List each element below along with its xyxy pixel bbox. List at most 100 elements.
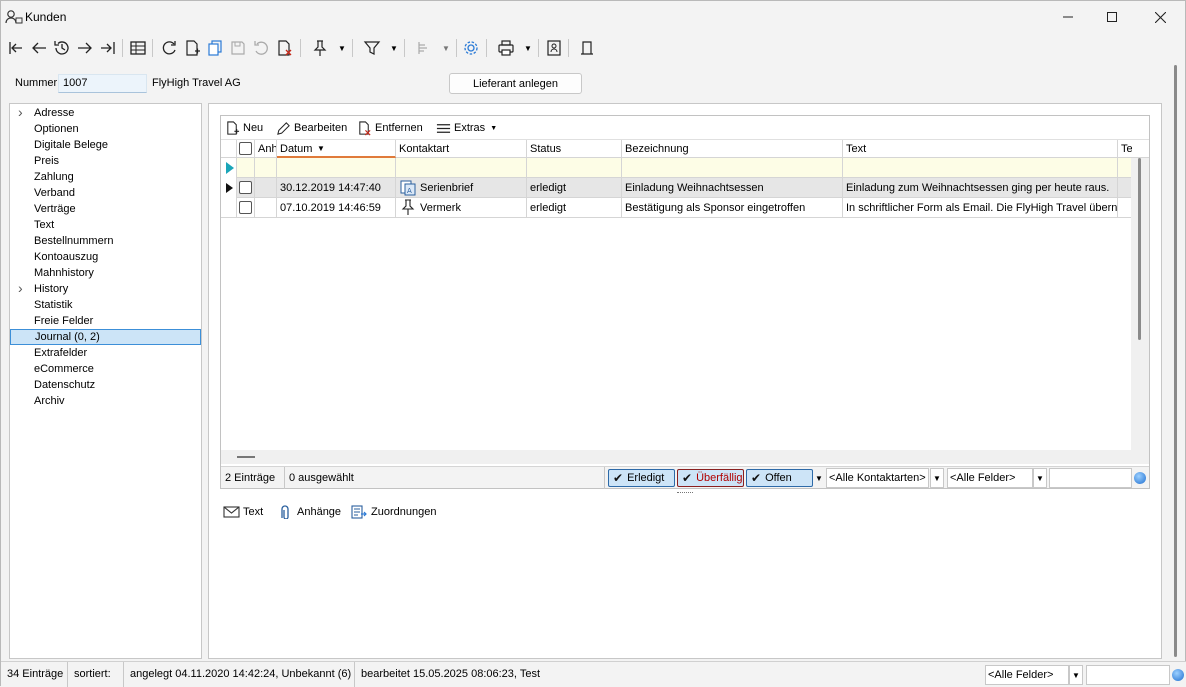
tree-item[interactable]: Kontoauszug — [10, 249, 201, 265]
attachments-column-header[interactable]: Anh. — [255, 140, 277, 158]
contact-types-select[interactable]: <Alle Kontaktarten> — [826, 468, 929, 488]
tree-item[interactable]: Text — [10, 217, 201, 233]
attachments-tab[interactable]: Anhänge — [277, 504, 341, 520]
designation-cell[interactable]: Bestätigung als Sponsor eingetroffen — [622, 198, 843, 218]
chevron-right-icon[interactable]: › — [18, 281, 23, 295]
tree-item[interactable]: Verband — [10, 185, 201, 201]
tree-item[interactable]: Journal (0, 2) — [10, 329, 201, 345]
bookmark-button[interactable] — [576, 37, 598, 59]
print-dropdown[interactable]: ▼ — [523, 37, 533, 59]
next-record-button[interactable] — [74, 37, 96, 59]
designation-cell[interactable] — [622, 158, 843, 178]
extras-menu-button[interactable]: Extras ▼ — [436, 120, 497, 136]
contact-type-cell[interactable]: A Serienbrief — [396, 178, 527, 198]
splitter-grip[interactable] — [677, 492, 693, 494]
assignments-tab[interactable]: Zuordnungen — [351, 504, 436, 520]
grid-vertical-scrollbar[interactable] — [1131, 158, 1149, 464]
print-button[interactable] — [495, 37, 517, 59]
contact-card-button[interactable] — [543, 37, 565, 59]
fields-select[interactable]: <Alle Felder> — [947, 468, 1033, 488]
text-column-header[interactable]: Text — [843, 140, 1118, 158]
new-entry-button[interactable]: Neu — [225, 120, 263, 136]
table-view-button[interactable] — [127, 37, 149, 59]
tree-item[interactable]: Archiv — [10, 393, 201, 409]
pin-dropdown[interactable]: ▼ — [337, 37, 347, 59]
minimize-button[interactable] — [1045, 1, 1091, 33]
globe-search-icon[interactable] — [1172, 669, 1184, 681]
text-cell[interactable] — [843, 158, 1118, 178]
save-button[interactable] — [227, 37, 249, 59]
status-column-header[interactable]: Status — [527, 140, 622, 158]
contact-types-dropdown[interactable]: ▼ — [930, 468, 944, 488]
status-cell[interactable]: erledigt — [527, 178, 622, 198]
remove-entry-button[interactable]: Entfernen — [357, 120, 423, 136]
scrollbar-thumb[interactable] — [1174, 65, 1177, 657]
contact-type-cell[interactable]: Vermerk — [396, 198, 527, 218]
previous-record-button[interactable] — [28, 37, 50, 59]
status-fields-select[interactable]: <Alle Felder> — [985, 665, 1069, 685]
chevron-right-icon[interactable]: › — [18, 105, 23, 119]
tree-item[interactable]: Extrafelder — [10, 345, 201, 361]
close-button[interactable] — [1137, 1, 1183, 33]
tree-item[interactable]: Verträge — [10, 201, 201, 217]
status-search-input[interactable] — [1086, 665, 1170, 685]
grid-search-input[interactable] — [1049, 468, 1132, 488]
undo-button[interactable] — [250, 37, 272, 59]
sort-dropdown[interactable]: ▼ — [441, 37, 451, 59]
contact-type-column-header[interactable]: Kontaktart — [396, 140, 527, 158]
text-cell[interactable]: In schriftlicher Form als Email. Die Fly… — [843, 198, 1118, 218]
tree-item[interactable]: Mahnhistory — [10, 265, 201, 281]
text-tab[interactable]: Text — [223, 504, 263, 520]
tree-item[interactable]: Bestellnummern — [10, 233, 201, 249]
filter-button[interactable] — [361, 37, 383, 59]
filter-more-dropdown[interactable]: ▼ — [814, 468, 824, 488]
filter-dropdown[interactable]: ▼ — [389, 37, 399, 59]
settings-button[interactable] — [460, 37, 482, 59]
fields-dropdown[interactable]: ▼ — [1033, 468, 1047, 488]
maximize-button[interactable] — [1089, 1, 1135, 33]
table-row[interactable]: 07.10.2019 14:46:59 Vermerk erledigt Bes… — [221, 198, 1132, 218]
row-checkbox[interactable] — [239, 181, 252, 194]
contact-type-cell[interactable] — [396, 158, 527, 178]
copy-button[interactable] — [204, 37, 226, 59]
sort-button[interactable] — [413, 37, 435, 59]
scrollbar-thumb[interactable] — [237, 456, 255, 458]
select-all-checkbox[interactable] — [239, 142, 252, 155]
date-cell[interactable] — [277, 158, 396, 178]
designation-cell[interactable]: Einladung Weihnachtsessen — [622, 178, 843, 198]
pin-button[interactable] — [309, 37, 331, 59]
tree-item[interactable]: Freie Felder — [10, 313, 201, 329]
page-vertical-scrollbar[interactable] — [1167, 63, 1185, 659]
number-field[interactable]: 1007 — [58, 74, 147, 93]
status-fields-dropdown[interactable]: ▼ — [1069, 665, 1083, 685]
refresh-button[interactable] — [158, 37, 180, 59]
date-cell[interactable]: 30.12.2019 14:47:40 — [277, 178, 396, 198]
text-cell[interactable]: Einladung zum Weihnachtsessen ging per h… — [843, 178, 1118, 198]
create-supplier-button[interactable]: Lieferant anlegen — [449, 73, 582, 94]
date-cell[interactable]: 07.10.2019 14:46:59 — [277, 198, 396, 218]
tree-item[interactable]: eCommerce — [10, 361, 201, 377]
globe-search-icon[interactable] — [1134, 472, 1146, 484]
new-row[interactable] — [221, 158, 1132, 178]
tree-item[interactable]: Statistik — [10, 297, 201, 313]
table-row[interactable]: 30.12.2019 14:47:40 A Serienbrief erledi… — [221, 178, 1132, 198]
tree-item[interactable]: Digitale Belege — [10, 137, 201, 153]
history-button[interactable] — [51, 37, 73, 59]
tree-item[interactable]: › Adresse — [10, 105, 201, 121]
first-record-button[interactable] — [5, 37, 27, 59]
edit-entry-button[interactable]: Bearbeiten — [276, 120, 347, 136]
filter-done-toggle[interactable]: ✔ Erledigt — [608, 469, 675, 487]
grid-horizontal-scrollbar[interactable] — [221, 450, 1132, 464]
delete-button[interactable] — [273, 37, 295, 59]
status-cell[interactable]: erledigt — [527, 198, 622, 218]
date-column-header[interactable]: Datum ▼ — [277, 140, 396, 158]
status-cell[interactable] — [527, 158, 622, 178]
tree-item[interactable]: Optionen — [10, 121, 201, 137]
tree-item[interactable]: Datenschutz — [10, 377, 201, 393]
designation-column-header[interactable]: Bezeichnung — [622, 140, 843, 158]
filter-open-toggle[interactable]: ✔ Offen — [746, 469, 813, 487]
row-checkbox[interactable] — [239, 201, 252, 214]
tree-item[interactable]: Zahlung — [10, 169, 201, 185]
last-record-button[interactable] — [97, 37, 119, 59]
new-document-button[interactable] — [181, 37, 203, 59]
